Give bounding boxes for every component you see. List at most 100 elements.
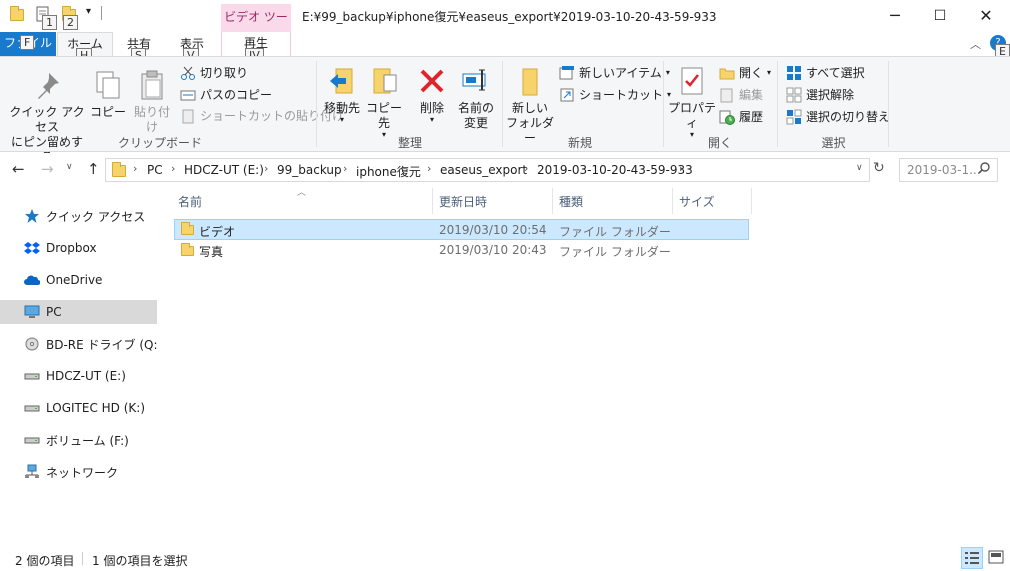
star-icon: [24, 208, 40, 224]
refresh-icon[interactable]: ↻: [873, 160, 885, 176]
column-divider[interactable]: [672, 188, 673, 214]
breadcrumb-separator[interactable]: ›: [524, 162, 528, 175]
copy-label: コピー: [90, 105, 127, 119]
forward-arrow-icon[interactable]: →: [41, 160, 54, 178]
nav-item-hdcz[interactable]: HDCZ-UT (E:): [0, 364, 157, 388]
properties-button[interactable]: プロパティ ▾: [667, 65, 717, 139]
drive-icon: [24, 432, 40, 448]
select-all-button[interactable]: すべて選択: [786, 64, 865, 81]
breadcrumb-separator[interactable]: ›: [264, 162, 268, 175]
group-divider: [777, 61, 778, 147]
minimize-button[interactable]: ─: [872, 0, 918, 31]
copy-to-button[interactable]: コピー先 ▾: [362, 65, 406, 139]
easy-access-button[interactable]: ショートカット ▾: [559, 86, 671, 103]
delete-dropdown-icon: ▾: [429, 115, 434, 124]
file-row-photos[interactable]: 写真 2019/03/10 20:43 ファイル フォルダー: [174, 240, 749, 261]
details-view-icon: [965, 552, 979, 564]
properties-checkmark-icon: [676, 65, 708, 97]
large-icons-view-button[interactable]: [986, 547, 1008, 569]
new-item-button[interactable]: 新しいアイテム ▾: [559, 64, 670, 81]
new-item-icon: [559, 65, 575, 81]
invert-selection-button[interactable]: 選択の切り替え: [786, 108, 890, 125]
history-icon: [719, 109, 735, 125]
keytip-1: 1: [42, 15, 57, 30]
breadcrumb-drive[interactable]: HDCZ-UT (E:): [184, 163, 264, 177]
column-divider[interactable]: [432, 188, 433, 214]
copy-path-button[interactable]: パスのコピー: [180, 86, 272, 103]
maximize-button[interactable]: ☐: [917, 0, 963, 31]
nav-item-onedrive[interactable]: OneDrive: [0, 268, 157, 292]
network-icon: [24, 464, 40, 480]
nav-item-dropbox[interactable]: Dropbox: [0, 236, 157, 260]
pin-quick-access-button[interactable]: クイック アクセス にピン留めする: [6, 69, 88, 165]
qat-divider: [101, 6, 102, 20]
breadcrumb-iphone[interactable]: iphone復元: [356, 163, 421, 180]
window-title: E:¥99_backup¥iphone復元¥easeus_export¥2019…: [302, 10, 717, 24]
file-type: ファイル フォルダー: [559, 245, 671, 259]
column-header-type[interactable]: 種類: [559, 193, 583, 210]
move-to-dropdown-icon: ▾: [339, 115, 344, 124]
recent-locations-icon[interactable]: ∨: [66, 162, 73, 172]
nav-item-pc[interactable]: PC: [0, 300, 157, 324]
column-divider[interactable]: [552, 188, 553, 214]
search-placeholder: 2019-03-1...: [907, 163, 981, 177]
nav-item-label: LOGITEC HD (K:): [46, 401, 145, 415]
open-dropdown-icon: ▾: [767, 68, 772, 77]
group-divider: [502, 61, 503, 147]
nav-item-label: クイック アクセス: [46, 209, 146, 224]
up-arrow-icon[interactable]: ↑: [87, 160, 100, 178]
keytip-file: F: [20, 35, 35, 50]
column-header-size[interactable]: サイズ: [679, 193, 715, 210]
copy-path-label: パスのコピー: [200, 88, 273, 102]
breadcrumb-current[interactable]: 2019-03-10-20-43-59-933: [537, 163, 693, 177]
back-arrow-icon[interactable]: ←: [12, 160, 25, 178]
nav-item-volume-f[interactable]: ボリューム (F:): [0, 428, 157, 452]
move-to-button[interactable]: 移動先 ▾: [320, 65, 364, 124]
keytip-2: 2: [63, 15, 78, 30]
open-button[interactable]: 開く ▾: [719, 64, 771, 81]
file-row-video[interactable]: ビデオ 2019/03/10 20:54 ファイル フォルダー: [174, 219, 749, 240]
breadcrumb-separator[interactable]: ›: [343, 162, 347, 175]
select-all-label: すべて選択: [806, 66, 865, 80]
paste-shortcut-icon: [180, 108, 196, 124]
history-button[interactable]: 履歴: [719, 108, 763, 125]
nav-item-quick-access[interactable]: クイック アクセス: [0, 204, 157, 228]
file-modified: 2019/03/10 20:43: [439, 243, 547, 257]
breadcrumb-separator[interactable]: ›: [679, 162, 683, 175]
select-none-button[interactable]: 選択解除: [786, 86, 854, 103]
nav-item-network[interactable]: ネットワーク: [0, 460, 157, 484]
move-to-icon: [326, 65, 358, 97]
breadcrumb-easeus[interactable]: easeus_export: [440, 163, 527, 177]
breadcrumb-pc[interactable]: PC: [147, 163, 163, 177]
column-header-modified[interactable]: 更新日時: [439, 193, 487, 210]
rename-icon: [460, 65, 492, 97]
paste-button[interactable]: 貼り付け: [130, 69, 174, 135]
drive-icon: [24, 400, 40, 416]
nav-item-bd-drive[interactable]: BD-RE ドライブ (Q:) SVI: [0, 332, 157, 356]
delete-x-icon: [416, 65, 448, 97]
rename-button[interactable]: 名前の 変更: [454, 65, 498, 131]
breadcrumb-separator[interactable]: ›: [133, 162, 137, 175]
file-modified: 2019/03/10 20:54: [439, 223, 547, 237]
close-button[interactable]: ✕: [963, 0, 1009, 31]
column-header-name[interactable]: 名前: [178, 193, 202, 210]
edit-button[interactable]: 編集: [719, 86, 763, 103]
status-divider: [82, 552, 83, 565]
breadcrumb-separator[interactable]: ›: [427, 162, 431, 175]
column-divider[interactable]: [751, 188, 752, 214]
breadcrumb-separator[interactable]: ›: [171, 162, 175, 175]
qat-dropdown-icon[interactable]: ▾: [86, 6, 91, 17]
nav-item-label: HDCZ-UT (E:): [46, 369, 126, 383]
cloud-icon: [24, 272, 41, 288]
breadcrumb-backup[interactable]: 99_backup: [277, 163, 342, 177]
easy-access-label: ショートカット: [579, 88, 664, 102]
nav-item-logitec[interactable]: LOGITEC HD (K:): [0, 396, 157, 420]
search-icon[interactable]: [978, 162, 990, 177]
cut-button[interactable]: 切り取り: [180, 64, 248, 81]
collapse-ribbon-icon[interactable]: ︿: [970, 36, 981, 52]
delete-button[interactable]: 削除 ▾: [414, 65, 450, 124]
edit-icon: [719, 87, 735, 103]
details-view-button[interactable]: [961, 547, 983, 569]
address-dropdown-icon[interactable]: ∨: [856, 163, 863, 173]
copy-button[interactable]: コピー: [90, 69, 126, 120]
